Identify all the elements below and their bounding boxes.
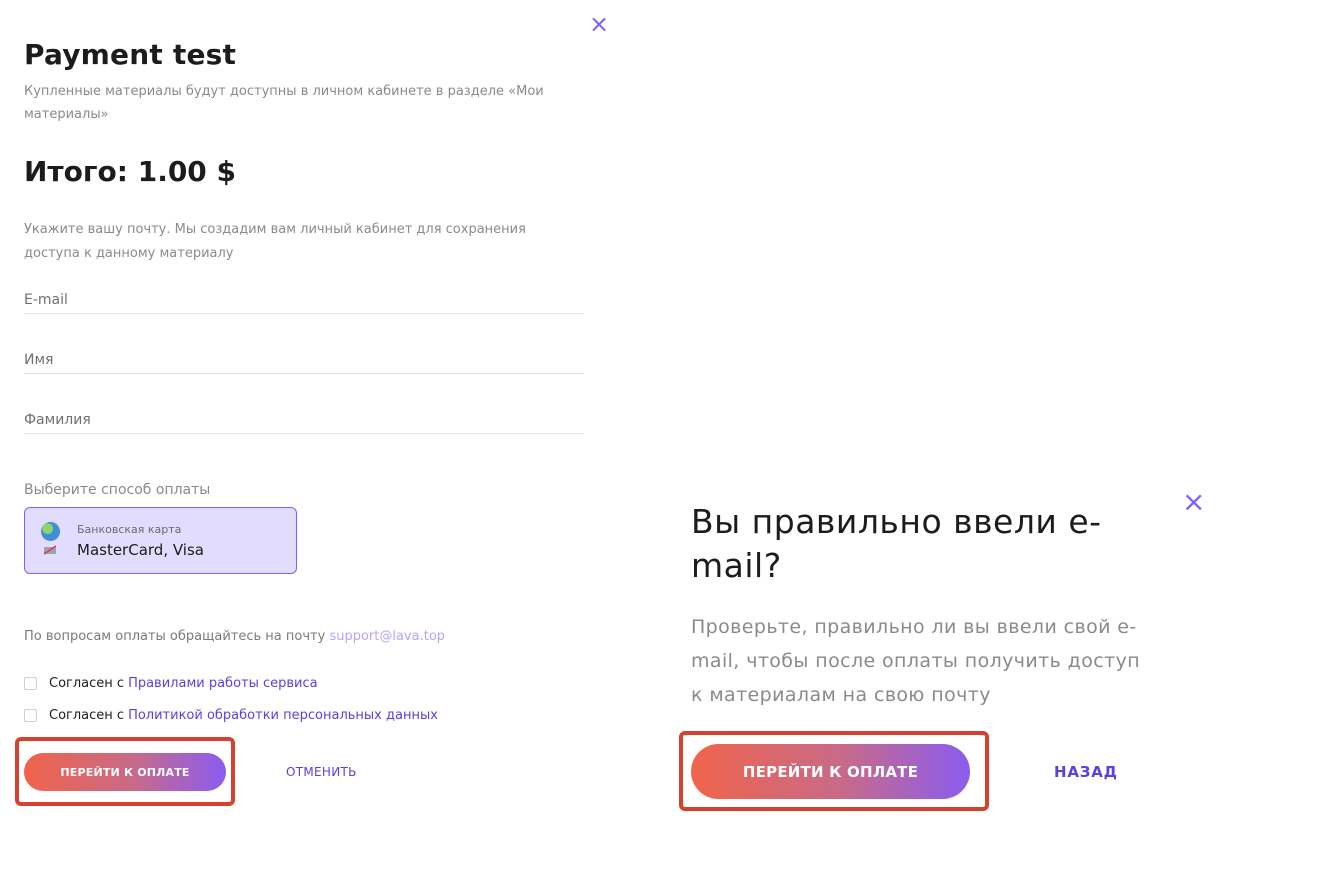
total-amount: Итого: 1.00 $ (24, 155, 237, 188)
modal-title: Вы правильно ввели e-mail? (691, 502, 1102, 585)
name-field-wrapper (24, 349, 584, 374)
cancel-button[interactable]: ОТМЕНИТЬ (286, 765, 357, 779)
agreement-terms: Согласен с Правилами работы сервиса (24, 676, 318, 691)
privacy-link[interactable]: Политикой обработки персональных данных (128, 708, 438, 723)
support-label: По вопросам оплаты обращайтесь на почту (24, 629, 326, 644)
page-title: Payment test (24, 38, 237, 71)
email-field[interactable] (24, 289, 584, 311)
globe-icon (41, 522, 60, 541)
payment-option-caption: Банковская карта (77, 523, 182, 536)
surname-field-wrapper (24, 409, 584, 434)
support-email-link[interactable]: support@lava.top (329, 629, 445, 644)
pay-button[interactable]: ПЕРЕЙТИ К ОПЛАТЕ (24, 753, 226, 791)
terms-checkbox[interactable] (24, 677, 37, 690)
privacy-checkbox[interactable] (24, 709, 37, 722)
page-subtitle: Купленные материалы будут доступны в лич… (24, 84, 544, 122)
card-icon (43, 545, 57, 555)
payment-method-label: Выберите способ оплаты (24, 482, 211, 498)
support-text: По вопросам оплаты обращайтесь на почту … (24, 629, 445, 644)
agreement-prefix: Согласен с (49, 708, 125, 723)
payment-option-bank-card[interactable]: Банковская карта MasterCard, Visa (24, 507, 297, 574)
agreement-privacy: Согласен с Политикой обработки персональ… (24, 708, 438, 723)
email-hint: Укажите вашу почту. Мы создадим вам личн… (24, 222, 526, 261)
name-field[interactable] (24, 349, 584, 371)
payment-option-value: MasterCard, Visa (77, 541, 204, 559)
surname-field[interactable] (24, 409, 584, 431)
modal-text: Проверьте, правильно ли вы ввели свой e-… (691, 616, 1141, 706)
modal-pay-button[interactable]: ПЕРЕЙТИ К ОПЛАТЕ (691, 744, 970, 799)
close-icon[interactable]: × (589, 12, 609, 36)
agreement-prefix: Согласен с (49, 676, 125, 691)
modal-close-icon[interactable]: × (1182, 488, 1205, 516)
back-button[interactable]: НАЗАД (1054, 763, 1118, 781)
terms-link[interactable]: Правилами работы сервиса (128, 676, 318, 691)
email-field-wrapper (24, 289, 584, 314)
